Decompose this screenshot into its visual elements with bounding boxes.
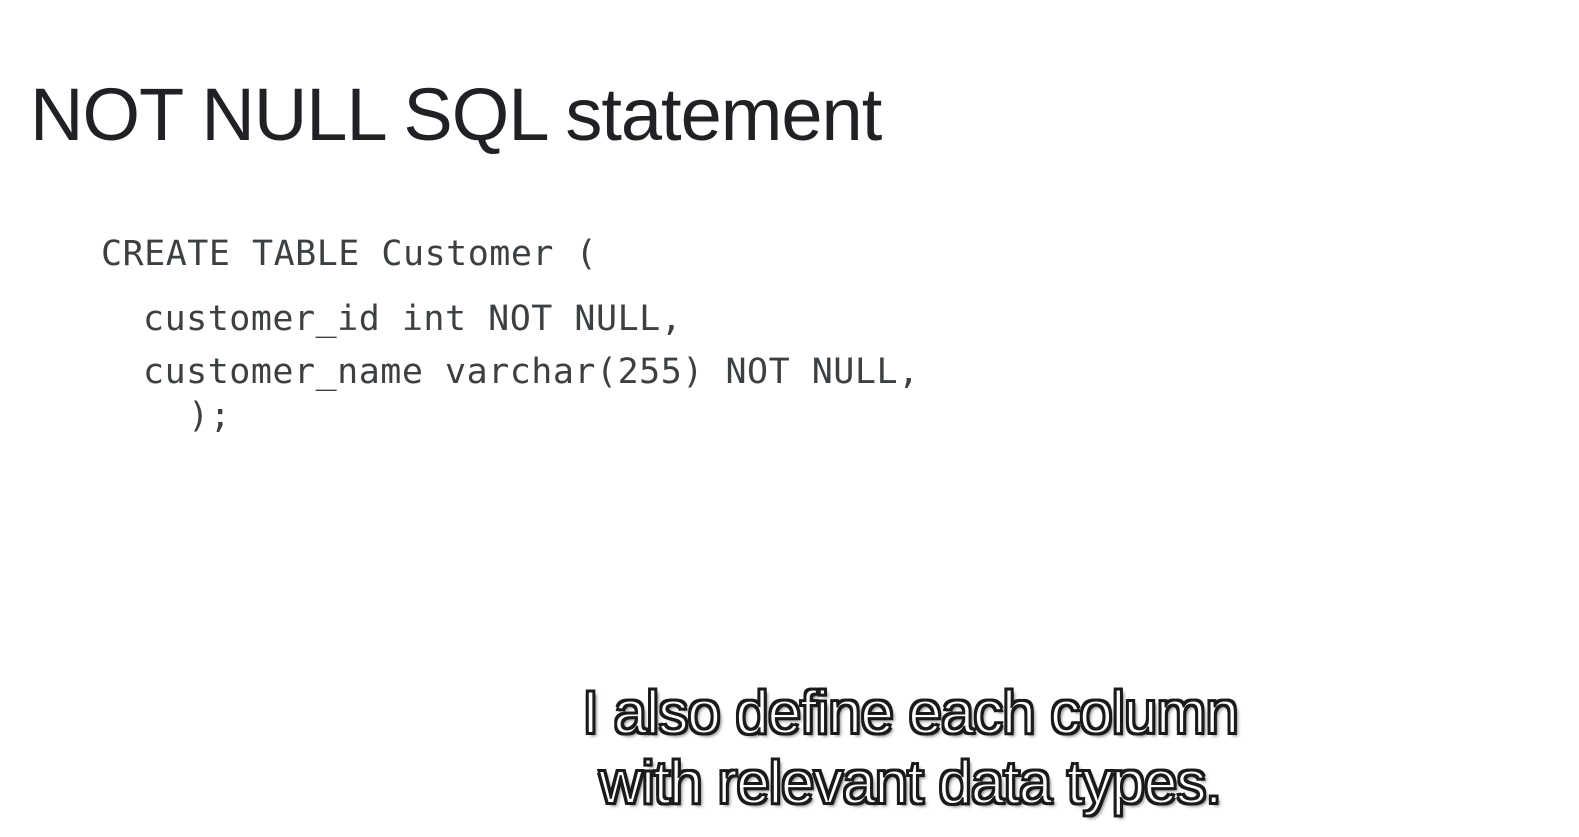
video-frame: NOT NULL SQL statement CREATE TABLE Cust… xyxy=(0,0,1579,837)
subtitle-line-1: I also define each column xyxy=(581,678,1239,747)
subtitle-line-2: with relevant data types. xyxy=(598,748,1223,817)
code-line-close: ); xyxy=(188,396,232,436)
slide-title: NOT NULL SQL statement xyxy=(30,73,882,156)
video-subtitle: I also define each column with relevant … xyxy=(430,678,1390,818)
code-line-customer-id: customer_id int NOT NULL, xyxy=(143,299,683,339)
code-line-customer-name: customer_name varchar(255) NOT NULL, xyxy=(143,352,920,392)
code-line-create-table: CREATE TABLE Customer ( xyxy=(101,234,598,274)
